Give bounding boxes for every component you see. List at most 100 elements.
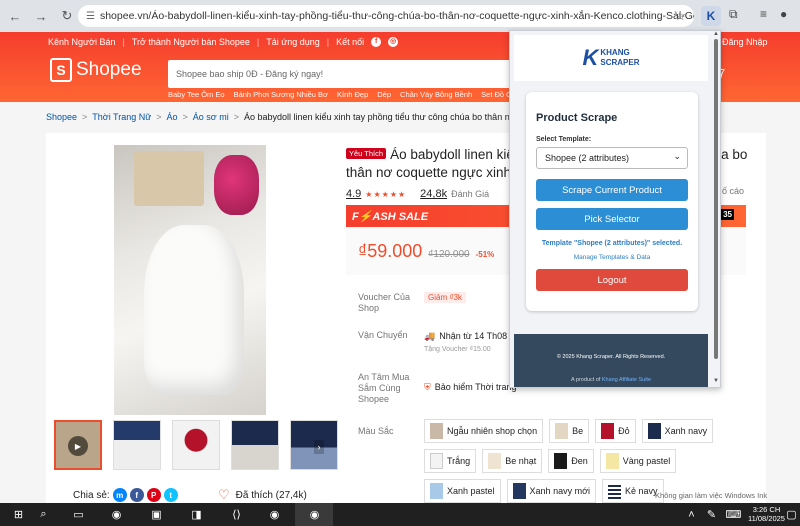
pick-selector-button[interactable]: Pick Selector bbox=[536, 208, 688, 230]
chrome-icon[interactable]: ◉ bbox=[108, 506, 125, 523]
logout-button[interactable]: Logout bbox=[536, 269, 688, 291]
thumbnail[interactable] bbox=[231, 420, 279, 470]
variant-option[interactable]: Đỏ bbox=[595, 419, 636, 443]
scroll-up-icon[interactable]: ▲ bbox=[713, 31, 719, 37]
chrome-profile-icon[interactable]: ◉ bbox=[266, 506, 283, 523]
search-icon[interactable]: ⌕ bbox=[35, 506, 52, 523]
variant-option[interactable]: Xanh pastel bbox=[424, 479, 501, 503]
tray-chevron-icon[interactable]: ˄ bbox=[683, 506, 700, 523]
scroll-down-icon[interactable]: ▼ bbox=[713, 378, 719, 384]
vscode-icon[interactable]: ⟨⟩ bbox=[228, 506, 245, 523]
site-info-icon[interactable]: ☰ bbox=[86, 11, 95, 22]
report-link[interactable]: ố cáo bbox=[722, 186, 744, 196]
flash-timer: 35 bbox=[721, 209, 734, 220]
login-link[interactable]: Đăng Nhập bbox=[722, 37, 768, 47]
scrape-current-product-button[interactable]: Scrape Current Product bbox=[536, 179, 688, 201]
bookmark-star-icon[interactable]: ☆ bbox=[674, 8, 686, 24]
affiliate-suite-link[interactable]: Khang Affiliate Suite bbox=[602, 377, 651, 383]
keyboard-icon[interactable]: ⌨ bbox=[725, 506, 742, 523]
hotword[interactable]: Baby Tee Ôm Eo bbox=[168, 90, 225, 99]
system-clock[interactable]: 3:26 CH 11/08/2025 bbox=[748, 505, 785, 523]
file-explorer-icon[interactable]: ▭ bbox=[70, 506, 87, 523]
chrome-active-icon[interactable]: ◉ bbox=[306, 506, 323, 523]
hotword[interactable]: Dép bbox=[377, 90, 391, 99]
variant-option[interactable]: Be bbox=[549, 419, 590, 443]
variant-option[interactable]: Ngẫu nhiên shop chọn bbox=[424, 419, 544, 443]
twitter-icon[interactable]: t bbox=[163, 488, 178, 502]
variant-option[interactable]: Vàng pastel bbox=[599, 449, 677, 473]
popup-scrollbar[interactable] bbox=[714, 39, 718, 359]
back-icon[interactable]: ← bbox=[4, 5, 26, 27]
play-icon: ▶ bbox=[68, 436, 88, 456]
like-count: Đã thích (27,4k) bbox=[235, 489, 307, 501]
seller-channel-link[interactable]: Kênh Người Bán bbox=[48, 37, 115, 47]
variant-option[interactable]: Xanh navy mới bbox=[506, 479, 596, 503]
header-top-links: Kênh Người Bán | Trở thành Người bán Shop… bbox=[48, 37, 399, 47]
app-icon[interactable]: ▣ bbox=[148, 506, 165, 523]
app-icon[interactable]: ◨ bbox=[188, 506, 205, 523]
forward-icon[interactable]: → bbox=[30, 5, 52, 27]
extensions-puzzle-icon[interactable]: ⧉ bbox=[729, 7, 738, 22]
thumbnail-video[interactable]: ▶ bbox=[54, 420, 102, 470]
chevron-down-icon: ⌄ bbox=[673, 151, 681, 161]
facebook-share-icon[interactable]: f bbox=[129, 488, 144, 502]
breadcrumb-item[interactable]: Thời Trang Nữ bbox=[92, 112, 151, 122]
shield-icon: ⛨ bbox=[424, 382, 431, 392]
logo-k-icon: K bbox=[582, 45, 599, 70]
become-seller-link[interactable]: Trở thành Người bán Shopee bbox=[132, 37, 250, 47]
hotword[interactable]: Kính Đẹp bbox=[337, 90, 368, 99]
thumbnail[interactable] bbox=[172, 420, 220, 470]
thumbnail[interactable] bbox=[113, 420, 161, 470]
breadcrumb-item[interactable]: Áo bbox=[167, 112, 178, 122]
download-app-link[interactable]: Tải ứng dụng bbox=[266, 37, 320, 47]
template-select[interactable]: Shopee (2 attributes) ⌄ bbox=[536, 147, 688, 169]
address-bar[interactable]: ☰ shopee.vn/Áo-babydoll-linen-kiểu-xinh-… bbox=[78, 5, 694, 27]
breadcrumb-item[interactable]: Shopee bbox=[46, 112, 77, 122]
shipping-voucher-note: Tặng Voucher ₫15.00 bbox=[424, 346, 491, 353]
rating-count[interactable]: 24,8k bbox=[420, 188, 447, 200]
windows-ink-watermark: Không gian làm việc Windows Ink bbox=[655, 491, 768, 500]
thumb-next-icon[interactable]: › bbox=[314, 440, 324, 454]
color-row: Màu Sắc bbox=[358, 426, 424, 437]
windows-start-icon[interactable]: ⊞ bbox=[10, 506, 27, 523]
insurance-row: An Tâm Mua Sắm Cùng Shopee ⛨ Bảo hiểm Thờ… bbox=[358, 372, 517, 405]
voucher-chip[interactable]: Giảm ₫3k bbox=[424, 292, 466, 303]
rating-stars-icon: ★★★★★ bbox=[365, 189, 407, 199]
instagram-icon[interactable]: ◎ bbox=[388, 37, 399, 47]
color-label: Màu Sắc bbox=[358, 426, 394, 436]
product-main-image[interactable] bbox=[114, 145, 266, 415]
breadcrumb-item[interactable]: Áo sơ mi bbox=[193, 112, 229, 122]
reading-list-icon[interactable]: ≡ bbox=[760, 7, 767, 21]
messenger-icon[interactable]: m bbox=[112, 488, 127, 502]
shopee-logo[interactable]: S Shopee bbox=[50, 58, 142, 82]
pinterest-icon[interactable]: P bbox=[146, 488, 161, 502]
shipping-value[interactable]: Nhận từ 14 Th08 - bbox=[439, 331, 512, 341]
profile-avatar-icon[interactable]: ● bbox=[780, 7, 787, 21]
reload-icon[interactable]: ↻ bbox=[56, 5, 78, 27]
khang-scraper-extension-icon[interactable]: K bbox=[701, 6, 721, 26]
facebook-icon[interactable]: f bbox=[371, 37, 382, 47]
manage-templates-link[interactable]: Manage Templates & Data bbox=[536, 254, 688, 261]
rating-value[interactable]: 4.9 bbox=[346, 188, 361, 200]
pen-icon[interactable]: ✎ bbox=[703, 506, 720, 523]
original-price: ₫120.000 bbox=[428, 249, 470, 260]
hotword[interactable]: Chăn Váy Bông Bềnh bbox=[400, 90, 472, 99]
url-text: shopee.vn/Áo-babydoll-linen-kiểu-xinh-ta… bbox=[99, 10, 694, 22]
hotword[interactable]: Bánh Phơi Sương Nhiều Bơ bbox=[234, 90, 328, 99]
status-message: Template "Shopee (2 attributes)" selecte… bbox=[541, 240, 683, 247]
search-input[interactable]: Shopee bao ship 0Đ - Đăng ký ngay! bbox=[168, 60, 513, 88]
flash-sale-label: F⚡ASH SALE bbox=[352, 211, 429, 223]
like-button[interactable]: ♡ Đã thích (27,4k) bbox=[218, 487, 307, 503]
variant-option[interactable]: Be nhạt bbox=[482, 449, 543, 473]
chevron-right-icon: > bbox=[182, 112, 188, 122]
variant-option[interactable]: Xanh navy bbox=[641, 419, 714, 443]
clock-time: 3:26 CH bbox=[752, 505, 781, 514]
notification-icon[interactable]: ▢ bbox=[783, 506, 800, 523]
variant-option[interactable]: Đen bbox=[548, 449, 594, 473]
clock-date: 11/08/2025 bbox=[748, 514, 785, 523]
truck-icon: 🚚 bbox=[424, 331, 436, 341]
insurance-value[interactable]: Bảo hiểm Thời trang bbox=[435, 382, 517, 392]
khang-scraper-logo: K KHANG SCRAPER bbox=[582, 45, 639, 71]
variant-option[interactable]: Trắng bbox=[424, 449, 477, 473]
product-of-label: A product of bbox=[570, 377, 601, 383]
